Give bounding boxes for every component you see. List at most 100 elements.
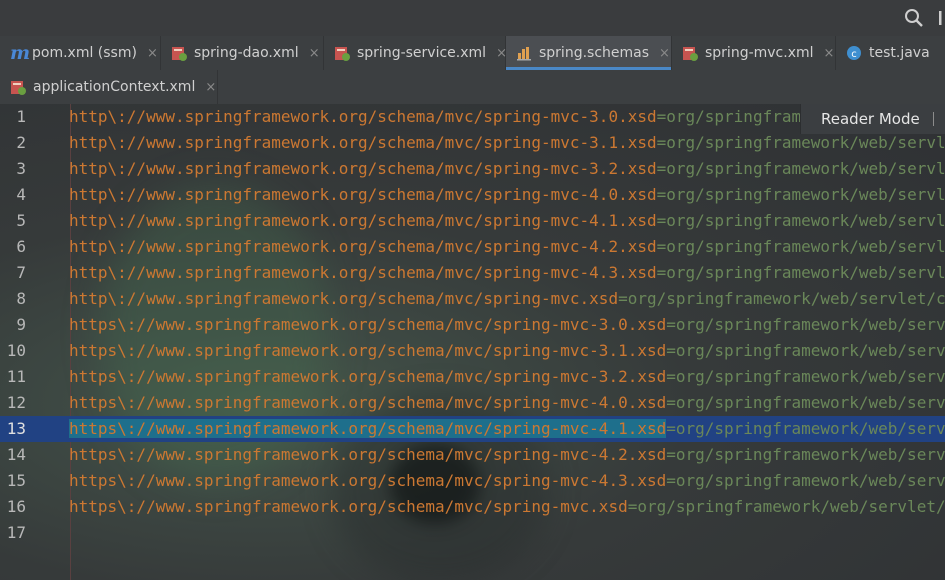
reader-mode-button[interactable]: Reader Mode	[800, 104, 945, 134]
code-text[interactable]: http\://www.springframework.org/schema/m…	[69, 182, 945, 208]
code-line[interactable]: 5 http\://www.springframework.org/schema/…	[0, 208, 945, 234]
code-text[interactable]: https\://www.springframework.org/schema/…	[69, 312, 945, 338]
property-value: =org/springframework/web/servlet/config/…	[618, 289, 945, 308]
code-line[interactable]: 7 http\://www.springframework.org/schema/…	[0, 260, 945, 286]
property-key: http\://www.springframework.org/schema/m…	[69, 133, 657, 152]
line-number[interactable]: 15	[0, 468, 26, 494]
property-key: http\://www.springframework.org/schema/m…	[69, 237, 657, 256]
code-line[interactable]: 16 https\://www.springframework.org/schem…	[0, 494, 945, 520]
property-key: http\://www.springframework.org/schema/m…	[69, 107, 657, 126]
title-bar	[0, 0, 945, 36]
line-number[interactable]: 4	[0, 182, 26, 208]
property-key: https\://www.springframework.org/schema/…	[69, 445, 667, 464]
more-icon[interactable]	[935, 8, 945, 28]
tab-label: spring-dao.xml	[194, 45, 299, 61]
property-value: =org/springframework/web/servlet/config/…	[666, 315, 945, 334]
property-key: https\://www.springframework.org/schema/…	[69, 315, 667, 334]
search-icon[interactable]	[904, 8, 924, 28]
line-number[interactable]: 6	[0, 234, 26, 260]
code-line[interactable]: 10 https\://www.springframework.org/schem…	[0, 338, 945, 364]
tab-spring-schemas[interactable]: spring.schemas ×	[506, 36, 672, 70]
code-text[interactable]: http\://www.springframework.org/schema/m…	[69, 234, 945, 260]
tab-spring-dao-xml[interactable]: spring-dao.xml ×	[161, 36, 324, 70]
code-text[interactable]: https\://www.springframework.org/schema/…	[69, 416, 945, 442]
code-line[interactable]: 9 https\://www.springframework.org/schema…	[0, 312, 945, 338]
spring-xml-icon	[335, 47, 350, 61]
divider	[933, 112, 934, 126]
tab-label: spring-mvc.xml	[705, 45, 814, 61]
code-text[interactable]: https\://www.springframework.org/schema/…	[69, 442, 945, 468]
code-line[interactable]: 6 http\://www.springframework.org/schema/…	[0, 234, 945, 260]
line-number[interactable]: 13	[0, 416, 26, 442]
property-value: =org/springframework/web/servlet/config/…	[656, 263, 945, 282]
code-text[interactable]: https\://www.springframework.org/schema/…	[69, 494, 945, 520]
property-key: https\://www.springframework.org/schema/…	[69, 497, 628, 516]
property-key: https\://www.springframework.org/schema/…	[69, 367, 667, 386]
property-key: http\://www.springframework.org/schema/m…	[69, 211, 657, 230]
code-editor[interactable]: 1 http\://www.springframework.org/schema/…	[0, 104, 945, 580]
line-number[interactable]: 8	[0, 286, 26, 312]
property-value: =org/springframework/web/servlet/config/…	[656, 159, 945, 178]
code-line[interactable]: 3 http\://www.springframework.org/schema/…	[0, 156, 945, 182]
property-key: https\://www.springframework.org/schema/…	[69, 341, 667, 360]
code-line[interactable]: 4 http\://www.springframework.org/schema/…	[0, 182, 945, 208]
property-value: =org/springframework/web/servlet/config/…	[666, 471, 945, 490]
code-line[interactable]: 14 https\://www.springframework.org/schem…	[0, 442, 945, 468]
svg-text:c: c	[851, 49, 857, 60]
property-key: http\://www.springframework.org/schema/m…	[69, 289, 619, 308]
property-value: =org/springframework/web/servlet/config/…	[627, 497, 945, 516]
spring-xml-icon	[683, 47, 698, 61]
tab-label: spring-service.xml	[357, 45, 487, 61]
close-icon[interactable]: ×	[659, 46, 670, 61]
line-number[interactable]: 1	[0, 104, 26, 130]
code-line[interactable]: 17	[0, 520, 945, 546]
code-text[interactable]: http\://www.springframework.org/schema/m…	[69, 156, 945, 182]
tab-label: pom.xml (ssm)	[32, 45, 137, 61]
tab-applicationcontext-xml[interactable]: applicationContext.xml ×	[0, 70, 218, 104]
line-number[interactable]: 5	[0, 208, 26, 234]
tab-label: applicationContext.xml	[33, 79, 196, 95]
tab-spring-service-xml[interactable]: spring-service.xml ×	[324, 36, 507, 70]
code-line[interactable]: 11 https\://www.springframework.org/schem…	[0, 364, 945, 390]
code-line[interactable]: 15 https\://www.springframework.org/schem…	[0, 468, 945, 494]
close-icon[interactable]: ×	[309, 46, 320, 61]
editor-tab-bar: m pom.xml (ssm) × spring-dao.xml × sprin…	[0, 36, 945, 71]
code-text[interactable]: http\://www.springframework.org/schema/m…	[69, 260, 945, 286]
line-number[interactable]: 16	[0, 494, 26, 520]
code-text[interactable]: https\://www.springframework.org/schema/…	[69, 338, 945, 364]
line-number[interactable]: 9	[0, 312, 26, 338]
code-text[interactable]: http\://www.springframework.org/schema/m…	[69, 208, 945, 234]
line-number[interactable]: 14	[0, 442, 26, 468]
spring-xml-icon	[11, 81, 26, 95]
code-line[interactable]: 12 https\://www.springframework.org/schem…	[0, 390, 945, 416]
line-number[interactable]: 11	[0, 364, 26, 390]
close-icon[interactable]: ×	[147, 46, 158, 61]
property-value: =org/springframework/web/servlet/config/…	[656, 133, 945, 152]
tab-spring-mvc-xml[interactable]: spring-mvc.xml ×	[672, 36, 836, 70]
spring-xml-icon	[172, 47, 187, 61]
line-number[interactable]: 7	[0, 260, 26, 286]
property-value: =org/springframework/web/servlet/config/…	[666, 445, 945, 464]
maven-icon: m	[10, 42, 31, 64]
property-key: https\://www.springframework.org/schema/…	[69, 471, 667, 490]
close-icon[interactable]: ×	[824, 46, 835, 61]
line-number[interactable]: 2	[0, 130, 26, 156]
code-line[interactable]: 8 http\://www.springframework.org/schema/…	[0, 286, 945, 312]
tab-test-java[interactable]: c test.java	[836, 36, 945, 70]
editor-tab-bar-row-2: applicationContext.xml ×	[0, 70, 945, 105]
line-number[interactable]: 12	[0, 390, 26, 416]
code-text[interactable]: https\://www.springframework.org/schema/…	[69, 390, 945, 416]
line-number[interactable]: 10	[0, 338, 26, 364]
property-key: https\://www.springframework.org/schema/…	[69, 419, 667, 438]
properties-icon	[517, 47, 531, 61]
tab-label: spring.schemas	[539, 45, 650, 61]
code-text[interactable]: https\://www.springframework.org/schema/…	[69, 468, 945, 494]
line-number[interactable]: 3	[0, 156, 26, 182]
code-line[interactable]: 13 https\://www.springframework.org/schem…	[0, 416, 945, 442]
line-number[interactable]: 17	[0, 520, 26, 546]
close-icon[interactable]: ×	[205, 80, 216, 95]
tab-pom-xml[interactable]: m pom.xml (ssm) ×	[0, 36, 161, 70]
code-text[interactable]: http\://www.springframework.org/schema/m…	[69, 286, 945, 312]
property-key: http\://www.springframework.org/schema/m…	[69, 159, 657, 178]
code-text[interactable]: https\://www.springframework.org/schema/…	[69, 364, 945, 390]
